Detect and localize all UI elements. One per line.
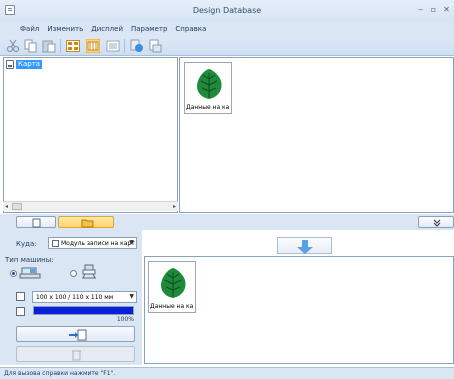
horizontal-scrollbar[interactable]: ◂ ▸ — [3, 201, 178, 211]
title-bar: Design Database ‒ ▫ ✕ — [0, 0, 454, 22]
status-text: Для вызова справки нажмите "F1". — [4, 370, 116, 377]
capacity-progress — [33, 306, 134, 315]
folder-tree[interactable]: Карта — [3, 57, 178, 213]
card-icon — [6, 60, 14, 69]
copy-icon[interactable] — [24, 39, 38, 53]
write-to-card-button[interactable] — [16, 326, 135, 342]
paste-icon[interactable] — [42, 39, 56, 53]
scroll-left-icon[interactable]: ◂ — [5, 203, 8, 210]
menu-file[interactable]: Файл — [20, 25, 39, 33]
maximize-button[interactable]: ▫ — [428, 4, 439, 15]
delete-button[interactable] — [16, 346, 135, 362]
machine-type-label: Тип машины: — [5, 256, 54, 264]
chevron-down-icon: ▼ — [129, 293, 134, 300]
folder-view-button[interactable] — [58, 216, 114, 228]
chevron-down-icon: ▼ — [129, 239, 134, 246]
card-writer-icon — [52, 239, 59, 247]
hoop-size-select[interactable]: 100 x 100 / 110 x 110 мм ▼ — [32, 291, 137, 303]
export-icon[interactable] — [148, 39, 162, 53]
medium-icons-view-icon[interactable] — [86, 39, 100, 53]
scroll-right-icon[interactable]: ▸ — [173, 203, 176, 210]
collapse-button[interactable] — [418, 216, 454, 228]
menu-display[interactable]: Дисплей — [91, 25, 123, 33]
card-icon — [32, 218, 41, 228]
leaf-design-icon — [197, 69, 222, 99]
card-view-button[interactable] — [16, 216, 56, 228]
menu-help[interactable]: Справка — [175, 25, 206, 33]
tree-item-card[interactable]: Карта — [6, 60, 43, 69]
file-caption: Данные на ка... — [150, 303, 194, 310]
close-button[interactable]: ✕ — [441, 4, 452, 15]
transfer-arrow-button[interactable] — [277, 237, 332, 254]
file-caption: Данные на ка... — [186, 104, 230, 111]
leaf-design-icon — [161, 268, 186, 298]
convert-icon[interactable] — [130, 39, 144, 53]
trash-icon — [72, 350, 81, 361]
menu-option[interactable]: Параметр — [131, 25, 167, 33]
window-title: Design Database — [192, 6, 262, 15]
menu-bar: Файл Изменить Дисплей Параметр Справка — [0, 22, 454, 36]
hoop-icon — [16, 292, 25, 301]
folder-icon — [81, 219, 94, 228]
scroll-thumb[interactable] — [12, 203, 22, 210]
cut-icon[interactable] — [6, 39, 20, 53]
destination-select[interactable]: Модуль записи на карт ▼ — [48, 237, 137, 249]
sewing-machine-icon — [19, 267, 41, 279]
machine-type-radio-2[interactable] — [70, 270, 77, 277]
list-view-icon[interactable] — [106, 39, 120, 53]
machine-contents-pane[interactable]: Данные на ка... — [144, 256, 454, 364]
hoop-size-value: 100 x 100 / 110 x 110 мм — [36, 293, 114, 301]
file-thumbnail[interactable]: Данные на ка... — [184, 62, 232, 114]
double-chevron-down-icon — [433, 219, 441, 227]
embroidery-machine-icon — [82, 264, 96, 279]
capacity-percent: 100% — [116, 316, 134, 323]
file-list-pane[interactable]: Данные на ка... — [179, 57, 454, 213]
status-bar: Для вызова справки нажмите "F1". — [0, 367, 454, 379]
card-capacity-icon — [16, 307, 25, 316]
machine-type-radio-1[interactable] — [10, 270, 17, 277]
transfer-to-card-icon — [69, 329, 87, 341]
file-thumbnail[interactable]: Данные на ка... — [148, 261, 196, 313]
tree-item-label: Карта — [16, 60, 43, 69]
minimize-button[interactable]: ‒ — [415, 4, 426, 15]
transfer-toolbar — [0, 214, 454, 230]
menu-edit[interactable]: Изменить — [47, 25, 83, 33]
where-label: Куда: — [16, 240, 37, 248]
large-icons-view-icon[interactable] — [66, 39, 80, 53]
destination-value: Модуль записи на карт — [61, 239, 135, 247]
arrow-down-icon — [297, 240, 313, 254]
toolbar — [0, 36, 454, 56]
capacity-progress-fill — [34, 307, 133, 314]
